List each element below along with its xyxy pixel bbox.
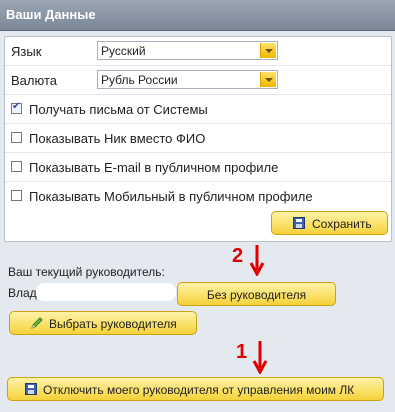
system-emails-checkbox[interactable] xyxy=(11,101,22,114)
checkbox-label[interactable]: Показывать Мобильный в публичном профиле xyxy=(29,189,313,204)
settings-form: Язык Русский Валюта Рубль России Получат… xyxy=(4,36,392,242)
disconnect-manager-button[interactable]: Отключить моего руководителя от управлен… xyxy=(7,377,384,401)
show-email-checkbox[interactable] xyxy=(11,161,22,172)
name-redaction xyxy=(36,283,176,301)
checkbox-label[interactable]: Показывать E-mail в публичном профиле xyxy=(29,160,278,175)
arrow-down-icon xyxy=(252,341,268,374)
checkbox-row-system-emails[interactable]: Получать письма от Системы xyxy=(5,95,391,124)
checkbox-row-show-mobile[interactable]: Показывать Мобильный в публичном профиле xyxy=(5,182,391,210)
floppy-disk-icon xyxy=(25,383,37,395)
currency-select[interactable]: Рубль России xyxy=(97,70,278,89)
panel-header: Ваши Данные xyxy=(0,0,395,31)
language-row: Язык Русский xyxy=(5,37,391,66)
currency-label: Валюта xyxy=(11,73,57,88)
show-mobile-checkbox[interactable] xyxy=(11,190,22,201)
arrow-down-icon xyxy=(249,245,265,276)
current-manager-label: Ваш текущий руководитель: xyxy=(8,265,165,279)
save-button[interactable]: Сохранить xyxy=(271,211,388,235)
checkbox-label[interactable]: Показывать Ник вместо ФИО xyxy=(29,131,205,146)
currency-row: Валюта Рубль России xyxy=(5,66,391,95)
no-manager-button-label: Без руководителя xyxy=(206,288,307,302)
chevron-down-icon[interactable] xyxy=(260,43,276,58)
checkbox-label[interactable]: Получать письма от Системы xyxy=(29,102,208,117)
choose-manager-button-label: Выбрать руководителя xyxy=(49,317,177,331)
show-nick-checkbox[interactable] xyxy=(11,132,22,143)
step-1-marker: 1 xyxy=(236,341,248,363)
no-manager-button[interactable]: Без руководителя xyxy=(177,282,336,306)
manager-name: Влад xyxy=(8,286,37,300)
save-button-label: Сохранить xyxy=(312,217,372,231)
currency-select-value: Рубль России xyxy=(101,73,178,87)
floppy-disk-icon xyxy=(293,217,305,229)
checkbox-row-show-email[interactable]: Показывать E-mail в публичном профиле xyxy=(5,153,391,182)
panel-title: Ваши Данные xyxy=(6,7,96,22)
language-select[interactable]: Русский xyxy=(97,41,278,60)
choose-manager-button[interactable]: Выбрать руководителя xyxy=(9,311,197,335)
language-label: Язык xyxy=(11,44,42,59)
language-select-value: Русский xyxy=(101,44,146,58)
checkbox-row-show-nick[interactable]: Показывать Ник вместо ФИО xyxy=(5,124,391,153)
chevron-down-icon[interactable] xyxy=(260,72,276,87)
step-2-marker: 2 xyxy=(232,245,244,267)
pencil-icon xyxy=(31,317,43,329)
disconnect-manager-button-label: Отключить моего руководителя от управлен… xyxy=(43,383,355,397)
